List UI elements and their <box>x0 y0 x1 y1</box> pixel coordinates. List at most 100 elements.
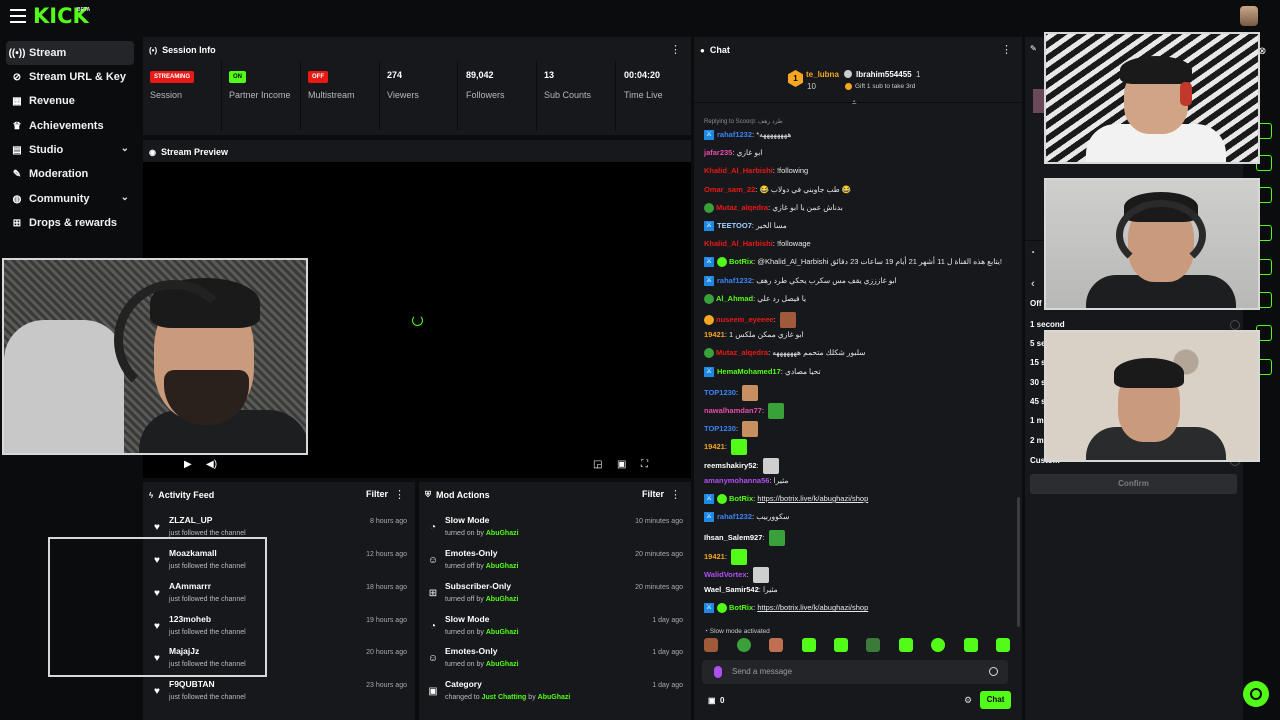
emote-button[interactable] <box>834 638 848 652</box>
top-gifter-2[interactable]: Ibrahim554455 <box>856 70 912 79</box>
pip-icon[interactable]: ◲ <box>593 459 602 470</box>
sidebar-item-stream[interactable]: ((•)) Stream <box>6 41 134 65</box>
top-gifter-1[interactable]: te_lubna <box>806 70 839 79</box>
chat-text: 😂 طب جاوبني في دولاب 😂 <box>759 184 852 194</box>
overlay-frame <box>48 537 267 677</box>
emote-button[interactable] <box>802 638 816 652</box>
chat-username[interactable]: Wael_Samir542 <box>704 585 759 594</box>
microphone-icon[interactable] <box>714 666 722 678</box>
sidebar-item-stream-url-key[interactable]: ⊘ Stream URL & Key <box>6 65 134 89</box>
sidebar-item-drops-rewards[interactable]: ⊞ Drops & rewards <box>6 211 134 235</box>
hamburger-menu-icon[interactable] <box>10 9 26 23</box>
chat-username[interactable]: amanymohanna56 <box>704 476 769 485</box>
chat-username[interactable]: BotRix <box>729 603 753 612</box>
chat-username[interactable]: Omar_sam_22 <box>704 185 755 194</box>
kebab-menu-icon[interactable]: ⋮ <box>394 488 405 501</box>
chat-username[interactable]: TEETOO7 <box>717 221 752 230</box>
slow-mode-icon: ◔ <box>429 621 437 632</box>
send-chat-button[interactable]: Chat <box>980 691 1011 709</box>
moderator-badge-icon: ⚔ <box>704 130 714 141</box>
slow-mode-option[interactable]: 2 m <box>1030 436 1044 445</box>
chat-message: 19421: ابو غازي ممكن ملكس 1 <box>704 330 804 340</box>
support-chat-button[interactable] <box>1243 681 1269 707</box>
chat-link[interactable]: https://botrix.live/k/abughazi/shop <box>757 494 868 503</box>
chat-username[interactable]: reemshakiry52 <box>704 461 757 470</box>
chat-username[interactable]: Khalid_Al_Harbishi <box>704 166 773 175</box>
mod-action-row[interactable]: ◔ Slow Mode turned on by AbuGhazi 10 min… <box>427 514 685 546</box>
chat-username[interactable]: 19421 <box>704 330 725 339</box>
activity-row[interactable]: ♥ F9QUBTAN just followed the channel 23 … <box>151 678 409 710</box>
chat-username[interactable]: BotRix <box>729 257 753 266</box>
emote-button[interactable] <box>737 638 751 652</box>
chat-username[interactable]: TOP1230 <box>704 424 736 433</box>
mod-action-row[interactable]: ▣ Category changed to Just Chatting by A… <box>427 678 685 710</box>
gift-prompt[interactable]: Gift 1 sub to take 3rd <box>855 83 915 90</box>
radio-button[interactable] <box>1230 320 1240 330</box>
mod-action-row[interactable]: ⊞ Subscriber-Only turned off by AbuGhazi… <box>427 580 685 612</box>
profile-avatar[interactable] <box>1240 6 1258 26</box>
shield-icon: ⛨ <box>425 490 431 499</box>
chat-username[interactable]: Al_Ahmad <box>716 294 753 303</box>
sidebar-item-revenue[interactable]: ▦ Revenue <box>6 89 134 113</box>
chat-username[interactable]: Ihsan_Salem927 <box>704 533 762 542</box>
volume-icon[interactable]: ◀) <box>206 459 217 470</box>
slow-mode-option[interactable]: Off <box>1030 299 1042 308</box>
chat-username[interactable]: Mutaz_alqedra <box>716 203 768 212</box>
chat-emote <box>762 457 779 474</box>
chat-username[interactable]: Khalid_Al_Harbishi <box>704 239 773 248</box>
emote-button[interactable] <box>769 638 783 652</box>
sidebar-item-moderation[interactable]: ✎ Moderation <box>6 162 134 186</box>
sidebar-item-community[interactable]: ◍ Community ⌄ <box>6 187 134 211</box>
sidebar-item-achievements[interactable]: ♛ Achievements <box>6 114 134 138</box>
chat-link[interactable]: https://botrix.live/k/abughazi/shop <box>757 603 868 612</box>
back-chevron-icon[interactable]: ‹ <box>1031 278 1035 290</box>
emote-button[interactable] <box>931 638 945 652</box>
chat-username[interactable]: BotRix <box>729 494 753 503</box>
kebab-menu-icon[interactable]: ⋮ <box>670 43 681 56</box>
chat-username[interactable]: rahaf1232 <box>717 276 752 285</box>
preview-icon: ◉ <box>149 147 156 157</box>
emote-icon: ☺ <box>427 653 439 664</box>
emote-button[interactable] <box>996 638 1010 652</box>
kebab-menu-icon[interactable]: ⋮ <box>670 488 681 501</box>
chat-username[interactable]: nawalhamdan77 <box>704 406 762 415</box>
chat-scrollbar[interactable] <box>1017 497 1020 627</box>
chat-username[interactable]: 19421 <box>704 442 725 451</box>
sidebar-item-studio[interactable]: ▤ Studio ⌄ <box>6 138 134 162</box>
confirm-button[interactable]: Confirm <box>1030 474 1237 494</box>
emote-button[interactable] <box>899 638 913 652</box>
headset <box>1180 82 1192 106</box>
fullscreen-icon[interactable]: ⛶ <box>641 459 648 470</box>
chat-message: Wael_Samir542: مثيرا <box>704 585 778 594</box>
emote-button[interactable] <box>964 638 978 652</box>
play-icon[interactable]: ▶ <box>184 459 192 470</box>
chat-username[interactable]: TOP1230 <box>704 388 736 397</box>
kebab-menu-icon[interactable]: ⋮ <box>1001 43 1012 56</box>
chat-username[interactable]: WalidVortex <box>704 570 747 579</box>
filter-button[interactable]: Filter <box>366 489 388 499</box>
mod-action-row[interactable]: ☺ Emotes-Only turned off by AbuGhazi 20 … <box>427 547 685 579</box>
filter-button[interactable]: Filter <box>642 489 664 499</box>
emote-button[interactable] <box>704 638 718 652</box>
chat-username[interactable]: rahaf1232 <box>717 512 752 521</box>
mod-action-row[interactable]: ◔ Slow Mode turned on by AbuGhazi 1 day … <box>427 613 685 645</box>
chat-input[interactable]: Send a message <box>702 660 1008 684</box>
channel-points[interactable]: ▣ 0 <box>708 696 724 705</box>
mod-action-row[interactable]: ☺ Emotes-Only turned on by AbuGhazi 1 da… <box>427 645 685 677</box>
collapse-icon[interactable]: ⩡ <box>852 98 857 108</box>
chat-username[interactable]: 19421 <box>704 552 725 561</box>
chat-username[interactable]: jafar235 <box>704 148 732 157</box>
chat-username[interactable]: Mutaz_alqedra <box>716 348 768 357</box>
theater-icon[interactable]: ▣ <box>617 459 626 470</box>
slow-mode-option[interactable]: 1 second <box>1030 320 1065 329</box>
gift-icon: ⊞ <box>12 217 22 229</box>
streaming-badge: STREAMING <box>150 71 194 83</box>
emoji-picker-icon[interactable] <box>989 667 998 676</box>
emote-button[interactable] <box>866 638 880 652</box>
chat-username[interactable]: rahaf1232 <box>717 130 752 139</box>
heart-icon: ♥ <box>154 686 160 697</box>
chat-username[interactable]: nuseem_eyeeee <box>716 315 774 324</box>
chat-text: مسا الخير <box>756 221 787 230</box>
chat-username[interactable]: HemaMohamed17 <box>717 367 781 376</box>
gear-icon[interactable]: ⚙ <box>964 695 972 706</box>
